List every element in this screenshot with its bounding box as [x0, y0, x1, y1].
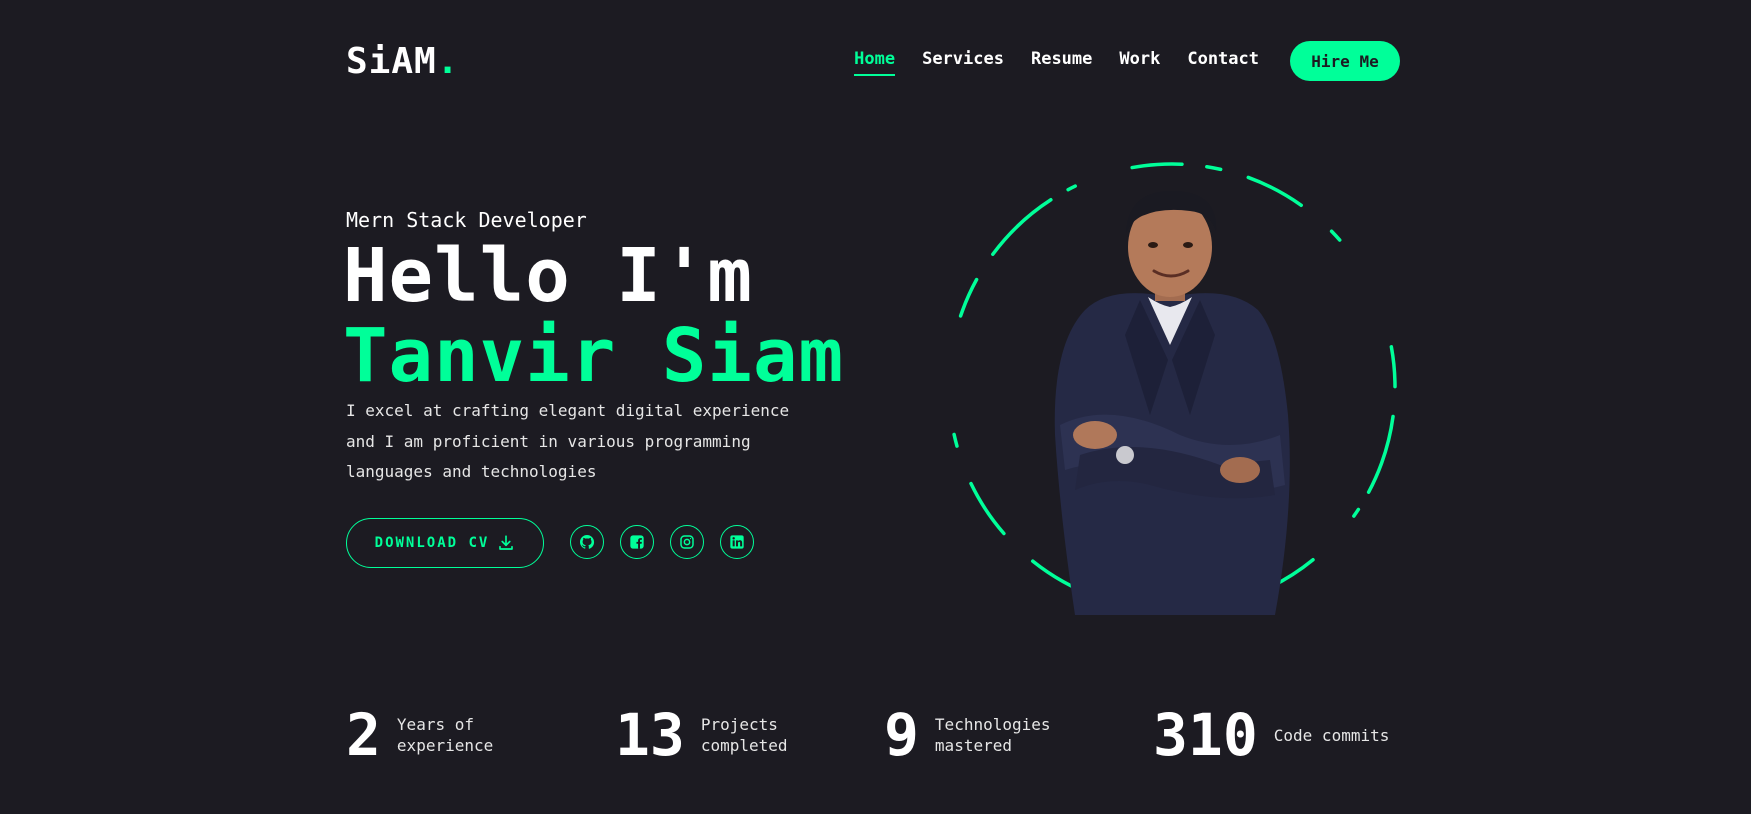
main-nav: Home Services Resume Work Contact Hire M…	[827, 41, 1400, 81]
stat-label: Code commits	[1273, 725, 1390, 745]
hero-greeting: Hello I'm	[343, 233, 753, 319]
stat-number: 2	[346, 701, 381, 769]
hire-me-button[interactable]: Hire Me	[1290, 41, 1400, 81]
github-link[interactable]	[570, 525, 604, 559]
stat-item: 310 Code commits	[1153, 705, 1394, 765]
nav-work[interactable]: Work	[1119, 49, 1160, 73]
facebook-link[interactable]	[620, 525, 654, 559]
nav-resume[interactable]: Resume	[1031, 49, 1092, 73]
hero-subtitle: Mern Stack Developer	[346, 208, 587, 232]
download-cv-label: DOWNLOAD CV	[374, 535, 490, 551]
stat-number: 9	[884, 701, 919, 769]
stat-number: 13	[615, 701, 685, 769]
stat-number: 310	[1153, 701, 1258, 769]
social-links	[570, 525, 754, 559]
logo-text: SiAM	[346, 40, 437, 82]
stat-label: Projects completed	[700, 715, 788, 755]
stat-label: Years of experience	[396, 715, 494, 755]
stats-bar: 2 Years of experience 13 Projects comple…	[346, 705, 1400, 765]
profile-photo	[1054, 191, 1290, 615]
stat-item: 9 Technologies mastered	[884, 705, 1055, 765]
download-cv-button[interactable]: DOWNLOAD CV	[346, 518, 544, 568]
profile-photo-area	[940, 155, 1405, 620]
instagram-link[interactable]	[670, 525, 704, 559]
github-icon	[580, 535, 595, 549]
hero-description: I excel at crafting elegant digital expe…	[346, 401, 790, 481]
stat-item: 13 Projects completed	[615, 705, 821, 765]
logo-dot: .	[436, 40, 460, 82]
hero-name: Tanvir Siam	[343, 313, 845, 399]
site-header: SiAM. Home Services Resume Work Contact …	[346, 40, 1400, 82]
logo[interactable]: SiAM.	[346, 41, 459, 82]
nav-contact[interactable]: Contact	[1187, 49, 1259, 73]
stat-item: 2 Years of experience	[346, 705, 517, 765]
linkedin-icon	[730, 535, 744, 549]
instagram-icon	[680, 535, 694, 549]
facebook-icon	[630, 535, 644, 549]
linkedin-link[interactable]	[720, 525, 754, 559]
stat-label: Technologies mastered	[934, 715, 1051, 755]
nav-home[interactable]: Home	[854, 49, 895, 76]
download-icon	[499, 535, 514, 550]
portfolio-page: SiAM. Home Services Resume Work Contact …	[0, 0, 1751, 814]
nav-services[interactable]: Services	[922, 49, 1004, 73]
